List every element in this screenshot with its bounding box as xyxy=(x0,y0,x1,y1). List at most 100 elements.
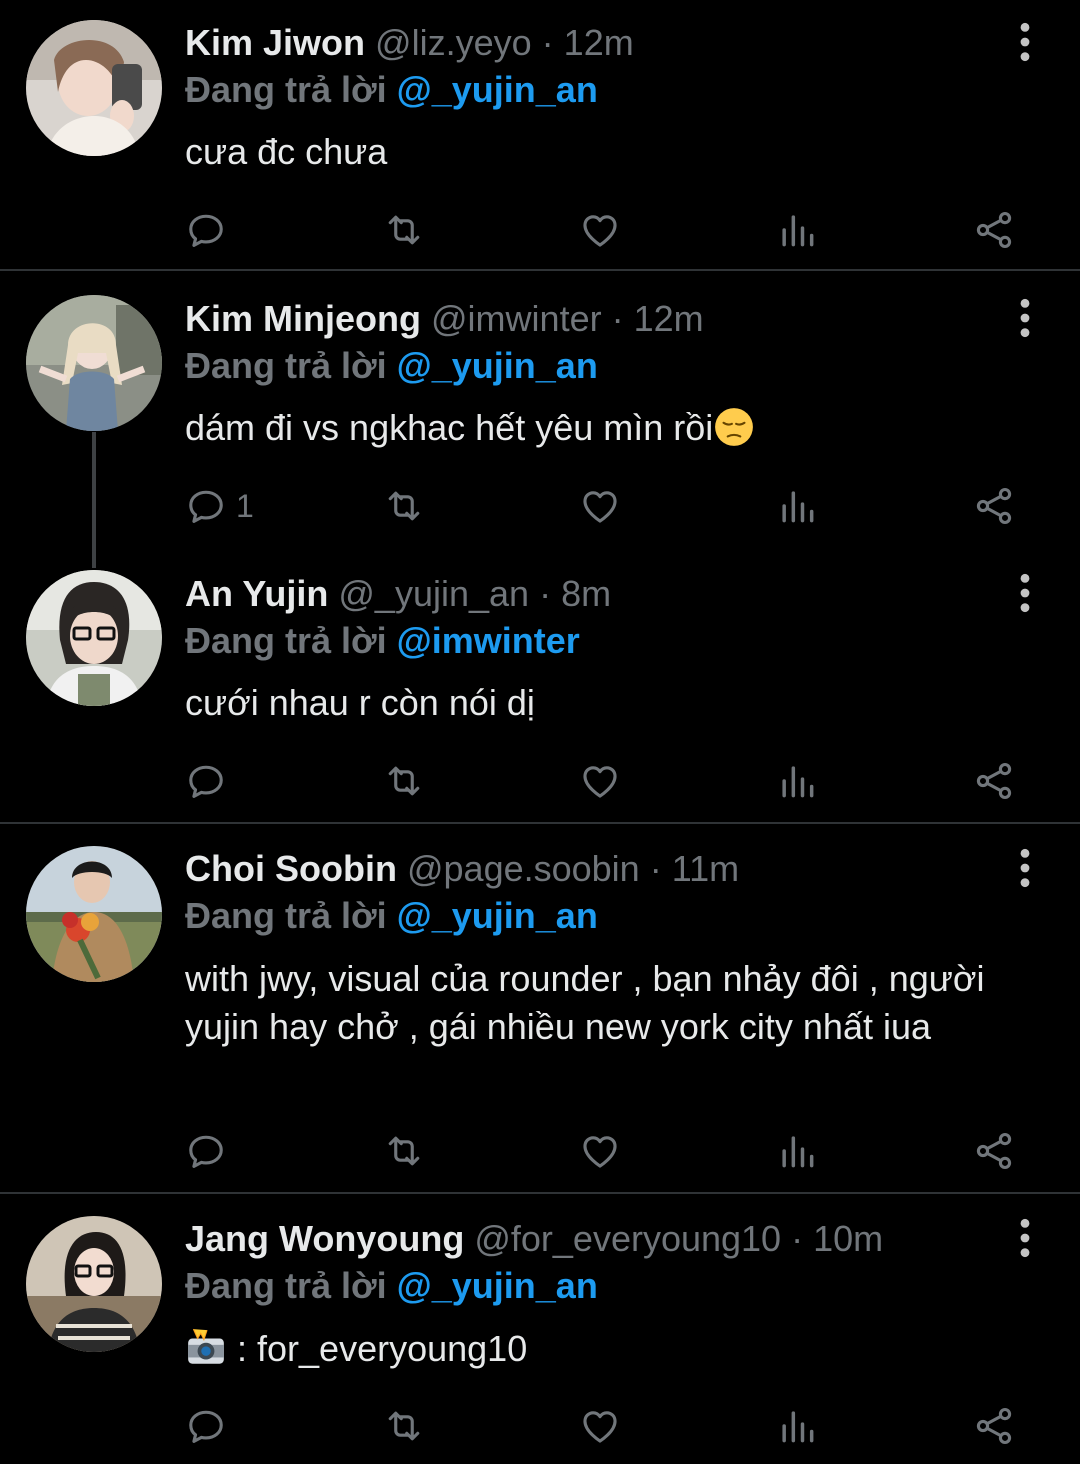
tweet-header: Kim Jiwon @liz.yeyo · 12m xyxy=(185,20,634,66)
avatar[interactable] xyxy=(26,846,162,982)
username-handle[interactable]: @_yujin_an xyxy=(338,573,529,614)
divider xyxy=(0,269,1080,271)
reply-button[interactable] xyxy=(184,756,236,806)
display-name[interactable]: Kim Jiwon xyxy=(185,22,365,63)
share-button[interactable] xyxy=(972,481,1016,531)
like-button[interactable] xyxy=(578,756,622,806)
analytics-button[interactable] xyxy=(775,1126,819,1176)
like-button[interactable] xyxy=(578,1401,622,1451)
tweet-header: Jang Wonyoung @for_everyoung10 · 10m xyxy=(185,1216,883,1262)
username-handle[interactable]: @page.soobin xyxy=(407,848,640,889)
more-options-icon[interactable] xyxy=(1012,571,1038,615)
retweet-icon xyxy=(382,759,426,803)
username-handle[interactable]: @liz.yeyo xyxy=(375,22,532,63)
like-button[interactable] xyxy=(578,481,622,531)
separator: · xyxy=(611,298,624,339)
heart-icon xyxy=(578,759,622,803)
display-name[interactable]: Choi Soobin xyxy=(185,848,397,889)
share-icon xyxy=(972,1404,1016,1448)
avatar[interactable] xyxy=(26,570,162,706)
replying-to: Đang trả lời @_yujin_an xyxy=(185,1263,598,1309)
tweet-text: with jwy, visual của rounder , bạn nhảy … xyxy=(185,958,985,1047)
replying-to-link[interactable]: @_yujin_an xyxy=(397,895,598,936)
timestamp[interactable]: 10m xyxy=(813,1218,883,1259)
tweet-text: : for_everyoung10 xyxy=(237,1328,528,1369)
replying-to-link[interactable]: @_yujin_an xyxy=(397,345,598,386)
timestamp[interactable]: 12m xyxy=(564,22,634,63)
analytics-button[interactable] xyxy=(775,1401,819,1451)
replying-to-link[interactable]: @_yujin_an xyxy=(397,1265,598,1306)
username-handle[interactable]: @imwinter xyxy=(431,298,602,339)
tweet-header: Kim Minjeong @imwinter · 12m xyxy=(185,296,704,342)
share-button[interactable] xyxy=(972,1401,1016,1451)
analytics-icon xyxy=(775,759,819,803)
more-options-icon[interactable] xyxy=(1012,20,1038,64)
reply-icon xyxy=(184,484,228,528)
heart-icon xyxy=(578,208,622,252)
tweet-text: dám đi vs ngkhac hết yêu mìn rồi xyxy=(185,407,714,448)
tweet-actions: 1 xyxy=(0,481,1080,531)
replying-to: Đang trả lời @_yujin_an xyxy=(185,893,598,939)
analytics-icon xyxy=(775,1129,819,1173)
tweet-header: An Yujin @_yujin_an · 8m xyxy=(185,571,611,617)
replying-to-link[interactable]: @imwinter xyxy=(397,620,580,661)
retweet-button[interactable] xyxy=(382,481,426,531)
retweet-icon xyxy=(382,208,426,252)
timestamp[interactable]: 11m xyxy=(672,848,739,889)
replying-to-label: Đang trả lời xyxy=(185,1265,387,1306)
reply-button[interactable] xyxy=(184,205,236,255)
share-icon xyxy=(972,759,1016,803)
share-button[interactable] xyxy=(972,756,1016,806)
analytics-icon xyxy=(775,208,819,252)
avatar[interactable] xyxy=(26,295,162,431)
replying-to-link[interactable]: @_yujin_an xyxy=(397,69,598,110)
retweet-icon xyxy=(382,1404,426,1448)
tweet-kim-minjeong[interactable]: Kim Minjeong @imwinter · 12m Đang trả lờ… xyxy=(0,272,1080,548)
timestamp[interactable]: 12m xyxy=(634,298,704,339)
like-button[interactable] xyxy=(578,205,622,255)
heart-icon xyxy=(578,1404,622,1448)
analytics-button[interactable] xyxy=(775,481,819,531)
replying-to: Đang trả lời @imwinter xyxy=(185,618,580,664)
tweet-jang-wonyoung[interactable]: Jang Wonyoung @for_everyoung10 · 10m Đan… xyxy=(0,1194,1080,1464)
more-options-icon[interactable] xyxy=(1012,1216,1038,1260)
tweet-choi-soobin[interactable]: Choi Soobin @page.soobin · 11m Đang trả … xyxy=(0,824,1080,1194)
reply-button[interactable] xyxy=(184,1126,236,1176)
share-icon xyxy=(972,1129,1016,1173)
tweet-an-yujin[interactable]: An Yujin @_yujin_an · 8m Đang trả lời @i… xyxy=(0,548,1080,824)
retweet-button[interactable] xyxy=(382,756,426,806)
share-button[interactable] xyxy=(972,205,1016,255)
tweet-actions xyxy=(0,756,1080,806)
tweet-actions xyxy=(0,1401,1080,1451)
like-button[interactable] xyxy=(578,1126,622,1176)
avatar[interactable] xyxy=(26,1216,162,1352)
analytics-button[interactable] xyxy=(775,205,819,255)
display-name[interactable]: Jang Wonyoung xyxy=(185,1218,464,1259)
analytics-button[interactable] xyxy=(775,756,819,806)
separator: · xyxy=(791,1218,804,1259)
replying-to-label: Đang trả lời xyxy=(185,895,387,936)
retweet-button[interactable] xyxy=(382,205,426,255)
replying-to-label: Đang trả lời xyxy=(185,620,387,661)
replying-to: Đang trả lời @_yujin_an xyxy=(185,343,598,389)
display-name[interactable]: An Yujin xyxy=(185,573,328,614)
reply-button[interactable]: 1 xyxy=(184,481,254,531)
avatar[interactable] xyxy=(26,20,162,156)
retweet-button[interactable] xyxy=(382,1126,426,1176)
display-name[interactable]: Kim Minjeong xyxy=(185,298,421,339)
share-button[interactable] xyxy=(972,1126,1016,1176)
reply-button[interactable] xyxy=(184,1401,236,1451)
timestamp[interactable]: 8m xyxy=(561,573,611,614)
username-handle[interactable]: @for_everyoung10 xyxy=(474,1218,781,1259)
more-options-icon[interactable] xyxy=(1012,296,1038,340)
retweet-button[interactable] xyxy=(382,1401,426,1451)
more-options-icon[interactable] xyxy=(1012,846,1038,890)
reply-icon xyxy=(184,759,228,803)
tweet-text: cưa đc chưa xyxy=(185,131,388,172)
tweet-text-container: dám đi vs ngkhac hết yêu mìn rồi xyxy=(185,404,1025,452)
analytics-icon xyxy=(775,484,819,528)
tweet-kim-jiwon[interactable]: Kim Jiwon @liz.yeyo · 12m Đang trả lời @… xyxy=(0,0,1080,272)
tweet-header: Choi Soobin @page.soobin · 11m xyxy=(185,846,739,892)
separator: · xyxy=(539,573,552,614)
replying-to: Đang trả lời @_yujin_an xyxy=(185,67,598,113)
